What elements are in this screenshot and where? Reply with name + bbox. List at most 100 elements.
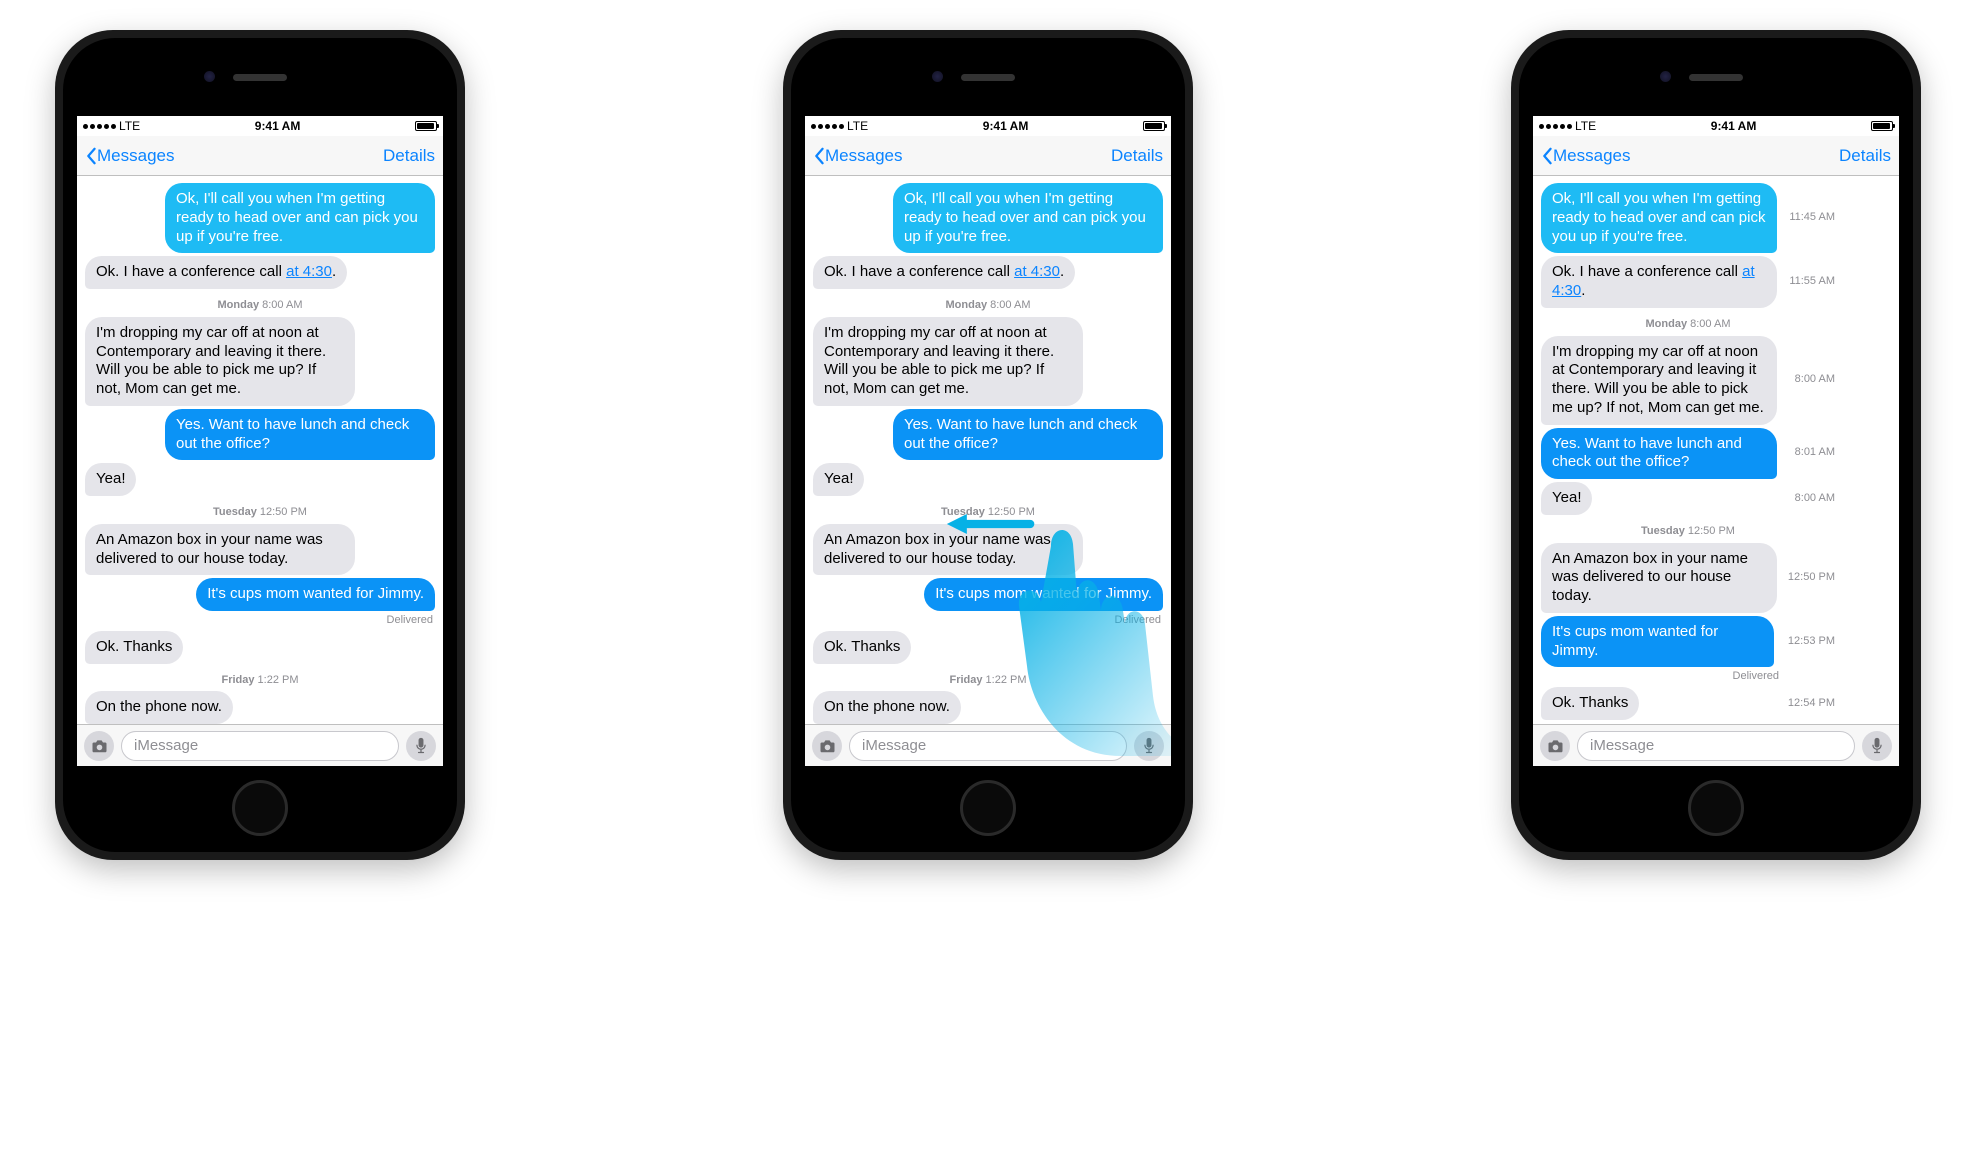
message-row: Yes. Want to have lunch and check out th…	[1541, 428, 1835, 480]
details-button[interactable]: Details	[1111, 146, 1163, 166]
received-bubble[interactable]: Ok. I have a conference call at 4:30.	[813, 256, 1075, 289]
message-timestamp: 12:54 PM	[1779, 697, 1835, 711]
message-row: Ok. I have a conference call at 4:30.	[85, 256, 435, 289]
sent-bubble[interactable]: Yes. Want to have lunch and check out th…	[1541, 428, 1777, 480]
received-bubble[interactable]: Ok. Thanks	[1541, 687, 1639, 720]
camera-icon[interactable]	[812, 731, 842, 761]
day-timestamp: Monday 8:00 AM	[813, 299, 1163, 313]
chevron-left-icon	[1541, 147, 1553, 165]
message-row: Ok. I have a conference call at 4:30.	[813, 256, 1163, 289]
received-bubble[interactable]: Yea!	[813, 463, 864, 496]
message-row: On the phone now.	[813, 691, 1163, 724]
message-input[interactable]: iMessage	[849, 731, 1127, 761]
status-bar: LTE 9:41 AM	[805, 116, 1171, 136]
home-button[interactable]	[1688, 780, 1744, 836]
time-link[interactable]: at 4:30	[286, 263, 332, 280]
message-row: Ok. Thanks 12:54 PM	[1541, 687, 1835, 720]
status-bar: LTE 9:41 AM	[1533, 116, 1899, 136]
home-button[interactable]	[960, 780, 1016, 836]
received-bubble[interactable]: On the phone now.	[85, 691, 233, 724]
message-input[interactable]: iMessage	[1577, 731, 1855, 761]
nav-bar: Messages Details	[805, 136, 1171, 176]
received-bubble[interactable]: An Amazon box in your name was delivered…	[1541, 543, 1777, 613]
back-button[interactable]: Messages	[85, 146, 174, 166]
sent-bubble[interactable]: Ok, I'll call you when I'm getting ready…	[893, 183, 1163, 253]
input-bar: iMessage	[1533, 724, 1899, 766]
status-time: 9:41 AM	[983, 119, 1029, 133]
sent-bubble[interactable]: It's cups mom wanted for Jimmy.	[196, 578, 435, 611]
message-timestamp: 11:45 AM	[1783, 211, 1835, 225]
message-row: Ok, I'll call you when I'm getting ready…	[85, 183, 435, 253]
message-row: Ok, I'll call you when I'm getting ready…	[813, 183, 1163, 253]
received-bubble[interactable]: An Amazon box in your name was delivered…	[813, 524, 1083, 576]
back-label: Messages	[97, 146, 174, 166]
status-time: 9:41 AM	[1711, 119, 1757, 133]
signal-dots-icon	[1539, 124, 1572, 129]
message-row: Yea!	[85, 463, 435, 496]
received-bubble[interactable]: I'm dropping my car off at noon at Conte…	[85, 317, 355, 406]
sent-bubble[interactable]: It's cups mom wanted for Jimmy.	[924, 578, 1163, 611]
signal-dots-icon	[83, 124, 116, 129]
received-bubble[interactable]: Ok. I have a conference call at 4:30.	[1541, 256, 1777, 308]
battery-icon	[1143, 121, 1165, 131]
signal-dots-icon	[811, 124, 844, 129]
camera-icon[interactable]	[1540, 731, 1570, 761]
message-row: It's cups mom wanted for Jimmy.	[813, 578, 1163, 611]
message-row: On the phone now.	[85, 691, 435, 724]
camera-icon[interactable]	[84, 731, 114, 761]
home-button[interactable]	[232, 780, 288, 836]
status-bar: LTE 9:41 AM	[77, 116, 443, 136]
back-button[interactable]: Messages	[813, 146, 902, 166]
sent-bubble[interactable]: It's cups mom wanted for Jimmy.	[1541, 616, 1774, 668]
day-timestamp: Tuesday 12:50 PM	[813, 506, 1163, 520]
message-row: It's cups mom wanted for Jimmy. 12:53 PM	[1541, 616, 1835, 668]
day-timestamp: Monday 8:00 AM	[1541, 318, 1835, 332]
battery-icon	[415, 121, 437, 131]
message-row: An Amazon box in your name was delivered…	[813, 524, 1163, 576]
message-list[interactable]: Ok, I'll call you when I'm getting ready…	[805, 176, 1171, 724]
status-time: 9:41 AM	[255, 119, 301, 133]
day-timestamp: Tuesday 12:50 PM	[1541, 525, 1835, 539]
message-row: Ok. Thanks	[85, 631, 435, 664]
message-row: Yea! 8:00 AM	[1541, 482, 1835, 515]
chevron-left-icon	[85, 147, 97, 165]
received-bubble[interactable]: I'm dropping my car off at noon at Conte…	[1541, 336, 1777, 425]
phone-mockup: LTE 9:41 AM Messages Details Ok, I'll cal…	[783, 30, 1193, 860]
sent-bubble[interactable]: Ok, I'll call you when I'm getting ready…	[1541, 183, 1777, 253]
received-bubble[interactable]: Ok. Thanks	[85, 631, 183, 664]
message-timestamp: 8:00 AM	[1779, 492, 1835, 506]
received-bubble[interactable]: On the phone now.	[813, 691, 961, 724]
received-bubble[interactable]: An Amazon box in your name was delivered…	[85, 524, 355, 576]
microphone-icon[interactable]	[406, 731, 436, 761]
message-timestamp: 8:01 AM	[1783, 446, 1835, 460]
details-button[interactable]: Details	[383, 146, 435, 166]
message-row: Ok. I have a conference call at 4:30.11:…	[1541, 256, 1835, 308]
message-row: I'm dropping my car off at noon at Conte…	[1541, 336, 1835, 425]
microphone-icon[interactable]	[1862, 731, 1892, 761]
time-link[interactable]: at 4:30	[1552, 263, 1755, 299]
day-timestamp: Monday 8:00 AM	[85, 299, 435, 313]
delivered-label: Delivered	[813, 614, 1163, 628]
received-bubble[interactable]: Yea!	[85, 463, 136, 496]
received-bubble[interactable]: I'm dropping my car off at noon at Conte…	[813, 317, 1083, 406]
back-label: Messages	[1553, 146, 1630, 166]
message-row: I'm dropping my car off at noon at Conte…	[813, 317, 1163, 406]
details-button[interactable]: Details	[1839, 146, 1891, 166]
received-bubble[interactable]: Ok. Thanks	[813, 631, 911, 664]
message-row: Ok. Thanks	[813, 631, 1163, 664]
back-button[interactable]: Messages	[1541, 146, 1630, 166]
sent-bubble[interactable]: Yes. Want to have lunch and check out th…	[893, 409, 1163, 461]
nav-bar: Messages Details	[77, 136, 443, 176]
message-list[interactable]: Ok, I'll call you when I'm getting ready…	[77, 176, 443, 724]
time-link[interactable]: at 4:30	[1014, 263, 1060, 280]
received-bubble[interactable]: Ok. I have a conference call at 4:30.	[85, 256, 347, 289]
nav-bar: Messages Details	[1533, 136, 1899, 176]
message-list[interactable]: Ok, I'll call you when I'm getting ready…	[1533, 176, 1899, 724]
message-input[interactable]: iMessage	[121, 731, 399, 761]
sent-bubble[interactable]: Ok, I'll call you when I'm getting ready…	[165, 183, 435, 253]
message-timestamp: 12:53 PM	[1780, 635, 1835, 649]
received-bubble[interactable]: Yea!	[1541, 482, 1592, 515]
message-row: It's cups mom wanted for Jimmy.	[85, 578, 435, 611]
microphone-icon[interactable]	[1134, 731, 1164, 761]
sent-bubble[interactable]: Yes. Want to have lunch and check out th…	[165, 409, 435, 461]
